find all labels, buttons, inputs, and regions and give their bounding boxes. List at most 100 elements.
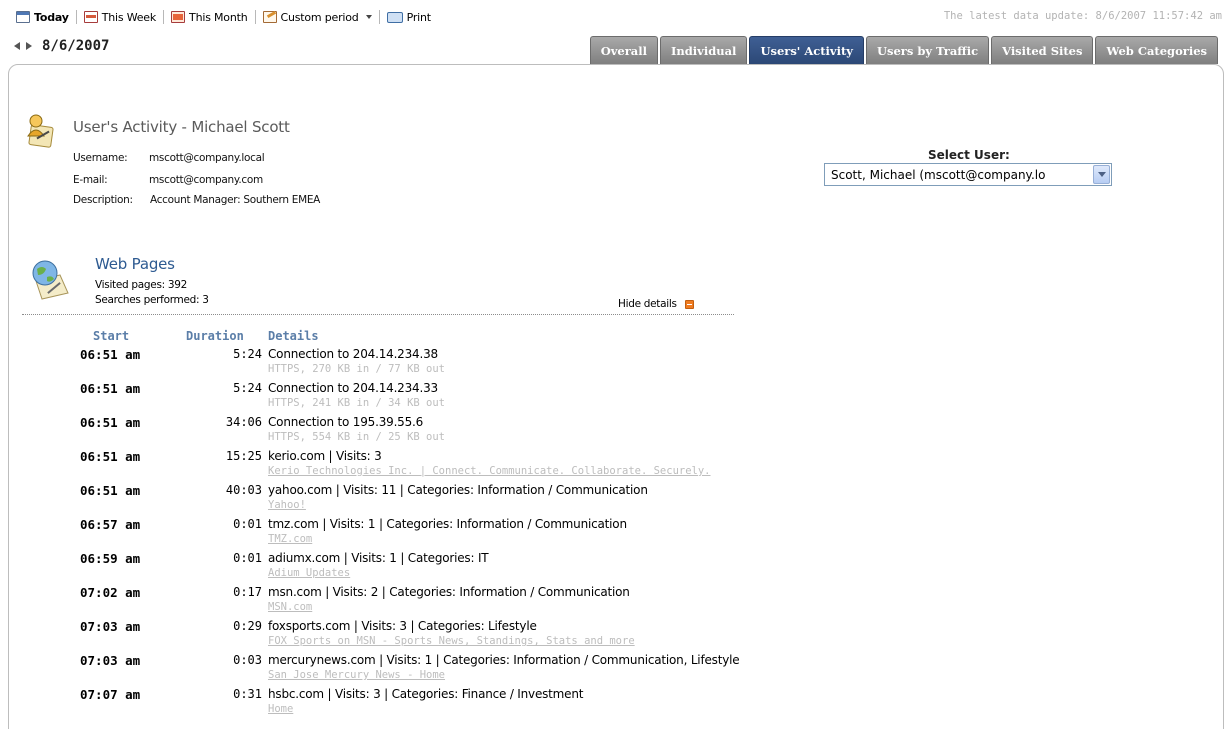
row-start-time: 06:51 am [80, 483, 141, 498]
row-duration: 0:01 [233, 517, 262, 531]
select-user-label: Select User: [928, 148, 1010, 162]
row-page-title-link[interactable]: San Jose Mercury News - Home [268, 669, 445, 681]
user-activity-title: User's Activity - Michael Scott [73, 118, 290, 136]
table-row: 06:51 am 34:06 Connection to 195.39.55.6… [0, 413, 1232, 447]
row-duration: 0:03 [233, 653, 262, 667]
row-duration: 40:03 [225, 483, 262, 497]
row-page-title-link[interactable]: Kerio Technologies Inc. | Connect. Commu… [268, 465, 711, 477]
calendar-today-icon [16, 11, 30, 23]
row-page-title-link[interactable]: TMZ.com [268, 533, 312, 545]
table-row: 06:57 am 0:01 tmz.com | Visits: 1 | Cate… [0, 515, 1232, 549]
select-user-value: Scott, Michael (mscott@company.lo [831, 167, 1046, 182]
table-row: 06:51 am 15:25 kerio.com | Visits: 3 Ker… [0, 447, 1232, 481]
tab-web-categories[interactable]: Web Categories [1095, 36, 1218, 64]
toolbar-divider [378, 10, 380, 24]
table-row: 06:51 am 5:24 Connection to 204.14.234.3… [0, 345, 1232, 379]
searches-count: Searches performed: 3 [95, 294, 209, 306]
today-button[interactable]: Today [12, 11, 73, 24]
email-value: mscott@company.com [149, 174, 263, 186]
collapse-icon [684, 299, 694, 309]
row-duration: 0:17 [233, 585, 262, 599]
email-row: E-mail: mscott@company.com [73, 174, 263, 186]
last-update-text: The latest data update: 8/6/2007 11:57:4… [943, 10, 1222, 22]
row-duration: 0:01 [233, 551, 262, 565]
toolbar-divider [254, 10, 256, 24]
row-duration: 5:24 [233, 381, 262, 395]
tab-individual[interactable]: Individual [660, 36, 748, 64]
printer-icon [386, 11, 403, 23]
table-row: 07:07 am 0:31 hsbc.com | Visits: 3 | Cat… [0, 685, 1232, 719]
this-month-button[interactable]: This Month [167, 11, 251, 24]
print-label: Print [406, 10, 432, 24]
description-row: Description: Account Manager: Southern E… [73, 194, 320, 206]
row-duration: 15:25 [225, 449, 262, 463]
tab-users-by-traffic[interactable]: Users by Traffic [865, 36, 990, 64]
row-duration: 0:29 [233, 619, 262, 633]
username-value: mscott@company.local [149, 152, 265, 164]
row-start-time: 06:51 am [80, 381, 141, 396]
email-label: E-mail: [73, 174, 108, 186]
this-week-button[interactable]: This Week [80, 11, 160, 24]
row-details: kerio.com | Visits: 3 [268, 449, 382, 463]
row-page-title-link[interactable]: MSN.com [268, 601, 312, 613]
toolbar-divider [163, 10, 165, 24]
this-week-label: This Week [101, 10, 157, 24]
row-duration: 5:24 [233, 347, 262, 361]
custom-period-icon [262, 11, 277, 23]
tab-overall[interactable]: Overall [589, 36, 658, 64]
column-header-start: Start [93, 329, 130, 343]
row-page-title-link[interactable]: Yahoo! [268, 499, 306, 511]
custom-period-label: Custom period [280, 10, 359, 24]
table-row: 06:59 am 0:01 adiumx.com | Visits: 1 | C… [0, 549, 1232, 583]
row-page-title-link[interactable]: FOX Sports on MSN - Sports News, Standin… [268, 635, 635, 647]
this-month-label: This Month [189, 10, 248, 24]
description-value: Account Manager: Southern EMEA [150, 194, 321, 206]
visited-pages-count: Visited pages: 392 [95, 279, 188, 291]
dropdown-arrow-icon[interactable] [1093, 165, 1110, 184]
period-toolbar: Today This Week This Month Custom period… [12, 8, 435, 26]
row-details: Connection to 204.14.234.38 [268, 347, 438, 361]
description-label: Description: [73, 194, 133, 206]
table-row: 06:51 am 40:03 yahoo.com | Visits: 11 | … [0, 481, 1232, 515]
custom-period-button[interactable]: Custom period [259, 11, 376, 24]
prev-arrow-icon[interactable] [14, 42, 20, 50]
row-page-title-link[interactable]: Home [268, 703, 293, 715]
row-subdetails: HTTPS, 270 KB in / 77 KB out [268, 363, 446, 375]
next-arrow-icon[interactable] [26, 42, 32, 50]
row-start-time: 07:03 am [80, 653, 141, 668]
row-details: yahoo.com | Visits: 11 | Categories: Inf… [268, 483, 648, 497]
row-start-time: 06:51 am [80, 347, 141, 362]
date-navigation: 8/6/2007 [14, 38, 109, 54]
calendar-week-icon [83, 11, 98, 23]
row-subdetails: HTTPS, 241 KB in / 34 KB out [268, 397, 446, 409]
hide-details-link[interactable]: Hide details [618, 298, 694, 310]
username-label: Username: [73, 152, 128, 164]
select-user-dropdown[interactable]: Scott, Michael (mscott@company.lo [824, 163, 1112, 186]
row-duration: 0:31 [233, 687, 262, 701]
row-start-time: 06:51 am [80, 449, 141, 464]
table-row: 06:51 am 5:24 Connection to 204.14.234.3… [0, 379, 1232, 413]
row-details: Connection to 195.39.55.6 [268, 415, 424, 429]
report-tabs: Overall Individual Users' Activity Users… [589, 36, 1218, 64]
table-row: 07:03 am 0:29 foxsports.com | Visits: 3 … [0, 617, 1232, 651]
hide-details-label: Hide details [618, 298, 677, 310]
row-start-time: 07:07 am [80, 687, 141, 702]
activity-table: 06:51 am 5:24 Connection to 204.14.234.3… [0, 345, 1232, 719]
web-pages-title: Web Pages [95, 255, 175, 273]
row-start-time: 06:59 am [80, 551, 141, 566]
row-duration: 34:06 [225, 415, 262, 429]
row-details: Connection to 204.14.234.33 [268, 381, 438, 395]
table-row: 07:02 am 0:17 msn.com | Visits: 2 | Cate… [0, 583, 1232, 617]
row-details: adiumx.com | Visits: 1 | Categories: IT [268, 551, 489, 565]
print-button[interactable]: Print [383, 11, 435, 24]
tab-users-activity[interactable]: Users' Activity [749, 36, 864, 64]
column-header-duration: Duration [186, 329, 244, 343]
globe-document-icon [32, 260, 69, 300]
username-row: Username: mscott@company.local [73, 152, 265, 164]
column-header-details: Details [268, 329, 319, 343]
row-details: mercurynews.com | Visits: 1 | Categories… [268, 653, 740, 667]
row-start-time: 07:03 am [80, 619, 141, 634]
tab-visited-sites[interactable]: Visited Sites [991, 36, 1094, 64]
row-details: hsbc.com | Visits: 3 | Categories: Finan… [268, 687, 584, 701]
row-page-title-link[interactable]: Adium Updates [268, 567, 350, 579]
